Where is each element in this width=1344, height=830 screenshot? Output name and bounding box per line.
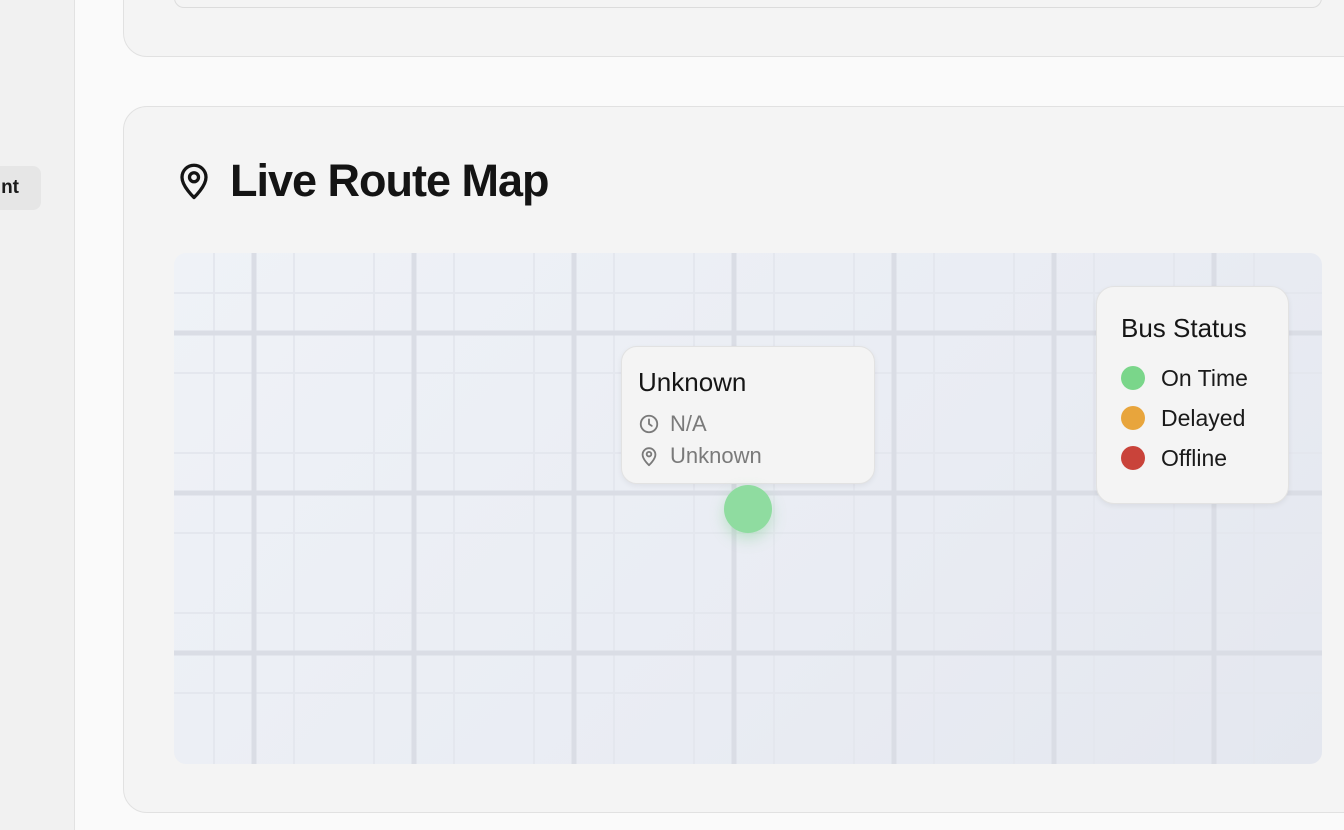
page-title: Live Route Map (230, 155, 550, 206)
legend-label: Delayed (1161, 404, 1246, 431)
bus-time-row: N/A (638, 408, 858, 440)
bus-name: Unknown (638, 367, 747, 397)
live-route-map-card: Live Route Map Unknown N/A Unknown Bus S… (123, 106, 1344, 813)
previous-section-field (174, 0, 1322, 8)
legend-title: Bus Status (1121, 313, 1247, 343)
legend-item-on-time: On Time (1121, 358, 1288, 398)
sidebar: nt (0, 0, 75, 830)
status-dot-on-time (1121, 366, 1145, 390)
legend-item-offline: Offline (1121, 438, 1288, 478)
map-pin-icon (641, 447, 657, 467)
status-dot-delayed (1121, 406, 1145, 430)
legend-label: On Time (1161, 364, 1248, 391)
sidebar-item-label: nt (1, 177, 19, 198)
legend-label: Offline (1161, 444, 1228, 471)
bus-location: Unknown (670, 443, 762, 468)
bus-time: N/A (670, 411, 707, 436)
route-map[interactable]: Unknown N/A Unknown Bus Status On Time D… (174, 253, 1322, 764)
status-dot-offline (1121, 446, 1145, 470)
bus-marker[interactable] (724, 485, 772, 533)
bus-info-popup: Unknown N/A Unknown (621, 346, 875, 484)
section-header: Live Route Map (176, 155, 550, 207)
legend-item-delayed: Delayed (1121, 398, 1288, 438)
bus-status-legend: Bus Status On Time Delayed Offline (1096, 286, 1289, 504)
map-pin-icon (180, 163, 208, 200)
clock-icon (639, 414, 659, 434)
previous-section-card (123, 0, 1344, 57)
bus-location-row: Unknown (638, 440, 858, 472)
sidebar-item-active[interactable]: nt (0, 166, 41, 210)
